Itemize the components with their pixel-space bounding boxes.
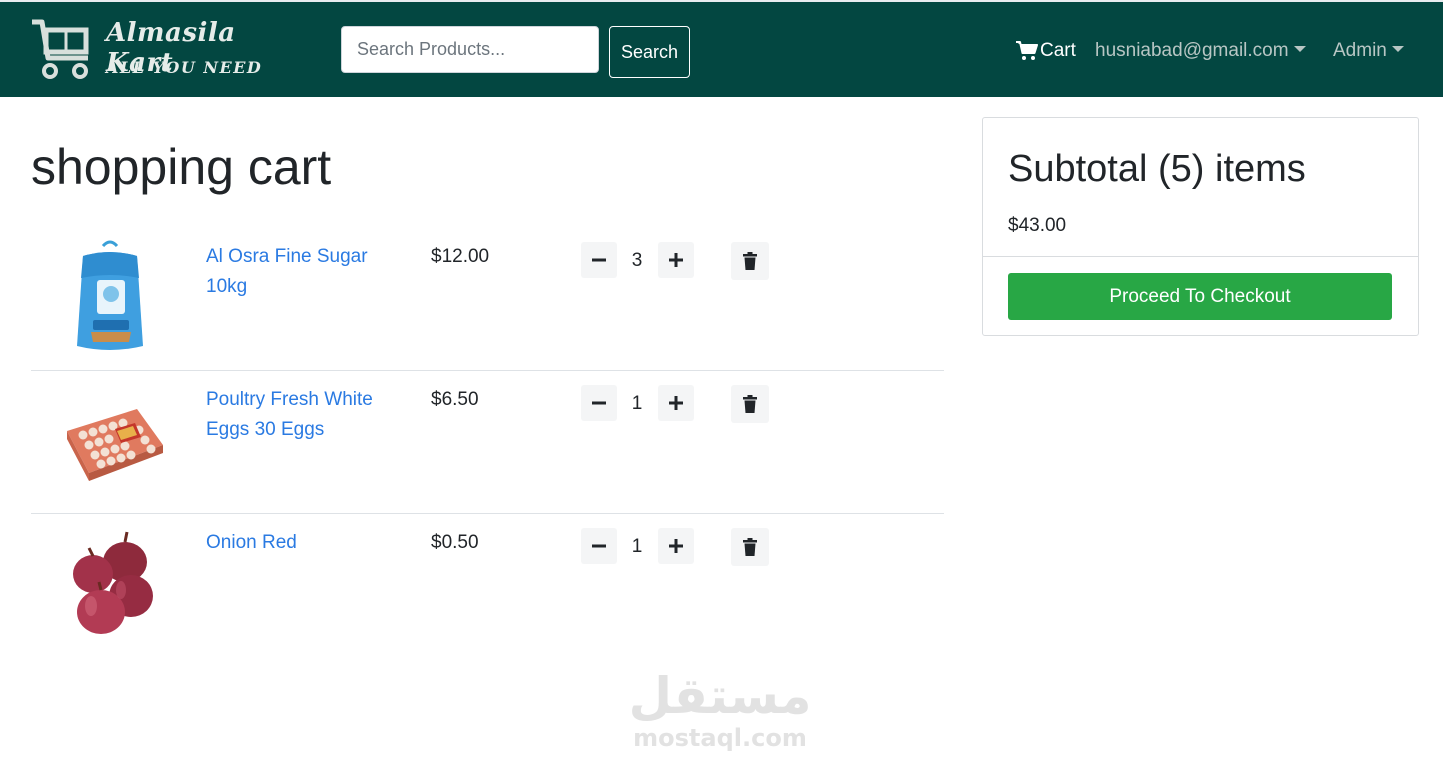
quantity-value: 3 (631, 250, 643, 271)
search-button[interactable]: Search (609, 26, 690, 78)
subtotal-amount: $43.00 (1008, 215, 1067, 236)
increase-quantity-button[interactable] (658, 385, 694, 421)
product-name-link[interactable]: Al Osra Fine Sugar 10kg (206, 242, 406, 302)
watermark-arabic: مستقل (628, 667, 812, 725)
trash-icon (743, 538, 757, 556)
order-summary-card: Subtotal (5) items $43.00 Proceed To Che… (982, 117, 1419, 336)
watermark: مستقل mostaql.com (620, 668, 820, 752)
plus-icon (669, 396, 683, 410)
chevron-down-icon (1391, 46, 1404, 52)
trash-icon (743, 252, 757, 270)
admin-label: Admin (1333, 40, 1387, 61)
checkout-button[interactable]: Proceed To Checkout (1008, 273, 1392, 320)
trash-icon (743, 395, 757, 413)
product-price: $0.50 (431, 532, 479, 553)
nav-cart-label: Cart (1040, 40, 1076, 61)
plus-icon (669, 539, 683, 553)
decrease-quantity-button[interactable] (581, 242, 617, 278)
brand-tagline: ALL YOU NEED (106, 58, 263, 77)
decrease-quantity-button[interactable] (581, 528, 617, 564)
cart-item-row: Al Osra Fine Sugar 10kg $12.00 3 (31, 228, 944, 371)
subtotal-heading: Subtotal (5) items (1008, 148, 1306, 190)
minus-icon (592, 544, 606, 548)
cart-logo-icon (32, 19, 89, 79)
product-price: $12.00 (431, 246, 490, 267)
user-email: husniabad@gmail.com (1095, 40, 1289, 61)
cart-item-row: Poultry Fresh White Eggs 30 Eggs $6.50 1 (31, 371, 944, 514)
chevron-down-icon (1293, 46, 1306, 52)
red-onions-image (73, 531, 153, 634)
user-menu-dropdown[interactable]: husniabad@gmail.com (1095, 40, 1306, 62)
remove-item-button[interactable] (731, 242, 769, 280)
decrease-quantity-button[interactable] (581, 385, 617, 421)
remove-item-button[interactable] (731, 528, 769, 566)
shopping-cart-icon (1016, 41, 1038, 60)
watermark-latin: mostaql.com (633, 724, 807, 752)
remove-item-button[interactable] (731, 385, 769, 423)
navbar: Almasila Kart ALL YOU NEED Search Cart h… (0, 0, 1443, 97)
plus-icon (669, 253, 683, 267)
product-name-link[interactable]: Onion Red (206, 528, 406, 558)
admin-menu-dropdown[interactable]: Admin (1333, 40, 1404, 62)
egg-tray-image (67, 409, 163, 481)
sugar-bag-image (77, 240, 143, 350)
product-price: $6.50 (431, 389, 479, 410)
product-name-link[interactable]: Poultry Fresh White Eggs 30 Eggs (206, 385, 406, 445)
cart-item-row: Onion Red $0.50 1 (31, 514, 944, 657)
minus-icon (592, 401, 606, 405)
increase-quantity-button[interactable] (658, 528, 694, 564)
increase-quantity-button[interactable] (658, 242, 694, 278)
search-input[interactable] (341, 26, 599, 73)
minus-icon (592, 258, 606, 262)
quantity-value: 1 (631, 536, 643, 557)
quantity-value: 1 (631, 393, 643, 414)
brand-logo[interactable]: Almasila Kart ALL YOU NEED (30, 18, 290, 84)
page-title: shopping cart (31, 139, 332, 195)
nav-cart-link[interactable]: Cart (1016, 40, 1076, 62)
divider (983, 256, 1418, 257)
